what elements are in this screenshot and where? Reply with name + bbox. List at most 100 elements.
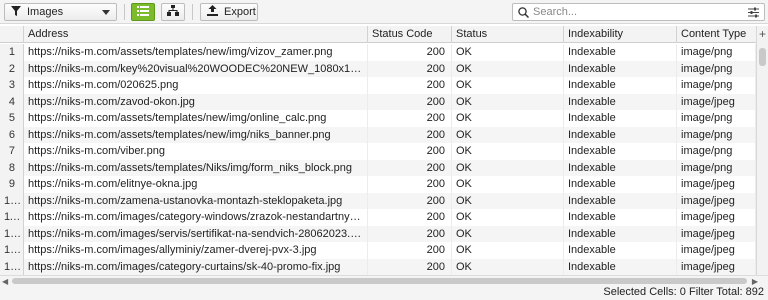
search-input[interactable] bbox=[533, 5, 733, 19]
cell-indexability[interactable]: Indexable bbox=[564, 242, 677, 259]
table-row[interactable]: 9 https://niks-m.com/elitnye-okna.jpg 200 O… bbox=[0, 176, 756, 193]
cell-address[interactable]: https://niks-m.com/assets/templates/new/… bbox=[24, 126, 368, 143]
cell-address[interactable]: https://niks-m.com/images/allyminiy/zame… bbox=[24, 242, 368, 259]
row-number[interactable]: 10 bbox=[0, 192, 24, 209]
cell-status[interactable]: OK bbox=[452, 60, 564, 77]
cell-content-type[interactable]: image/jpeg bbox=[677, 242, 756, 259]
horizontal-scrollbar[interactable]: ◀ ▶ bbox=[0, 275, 768, 286]
cell-indexability[interactable]: Indexable bbox=[564, 126, 677, 143]
cell-status-code[interactable]: 200 bbox=[368, 44, 452, 61]
list-view-button[interactable] bbox=[131, 3, 155, 21]
table-row[interactable]: 11 https://niks-m.com/images/category-win… bbox=[0, 209, 756, 226]
tree-view-button[interactable] bbox=[161, 3, 185, 21]
cell-status-code[interactable]: 200 bbox=[368, 93, 452, 110]
row-number[interactable]: 4 bbox=[0, 93, 24, 110]
cell-status[interactable]: OK bbox=[452, 225, 564, 242]
table-row[interactable]: 5 https://niks-m.com/assets/templates/new… bbox=[0, 110, 756, 127]
cell-content-type[interactable]: image/png bbox=[677, 77, 756, 94]
cell-status[interactable]: OK bbox=[452, 93, 564, 110]
cell-status[interactable]: OK bbox=[452, 126, 564, 143]
column-header-indexability[interactable]: Indexability bbox=[564, 26, 677, 43]
cell-content-type[interactable]: image/jpeg bbox=[677, 93, 756, 110]
cell-status-code[interactable]: 200 bbox=[368, 225, 452, 242]
cell-address[interactable]: https://niks-m.com/020625.png bbox=[24, 77, 368, 94]
row-number[interactable]: 5 bbox=[0, 110, 24, 127]
table-row[interactable]: 1 https://niks-m.com/assets/templates/new… bbox=[0, 44, 756, 61]
cell-status[interactable]: OK bbox=[452, 143, 564, 160]
cell-content-type[interactable]: image/jpeg bbox=[677, 192, 756, 209]
plus-icon[interactable]: + bbox=[757, 26, 768, 43]
table-row[interactable]: 7 https://niks-m.com/viber.png 200 OK Indexa… bbox=[0, 143, 756, 160]
cell-address[interactable]: https://niks-m.com/assets/templates/new/… bbox=[24, 44, 368, 61]
cell-indexability[interactable]: Indexable bbox=[564, 225, 677, 242]
cell-address[interactable]: https://niks-m.com/viber.png bbox=[24, 143, 368, 160]
cell-status[interactable]: OK bbox=[452, 44, 564, 61]
column-header-address[interactable]: Address bbox=[24, 26, 368, 43]
row-number[interactable]: 9 bbox=[0, 176, 24, 193]
cell-status[interactable]: OK bbox=[452, 159, 564, 176]
cell-status-code[interactable]: 200 bbox=[368, 60, 452, 77]
cell-status-code[interactable]: 200 bbox=[368, 110, 452, 127]
row-number[interactable]: 11 bbox=[0, 209, 24, 226]
cell-status-code[interactable]: 200 bbox=[368, 242, 452, 259]
cell-address[interactable]: https://niks-m.com/images/category-windo… bbox=[24, 209, 368, 226]
cell-status[interactable]: OK bbox=[452, 176, 564, 193]
column-header-status[interactable]: Status bbox=[452, 26, 564, 43]
cell-address[interactable]: https://niks-m.com/elitnye-okna.jpg bbox=[24, 176, 368, 193]
table-row[interactable]: 10 https://niks-m.com/zamena-ustanovka-mo… bbox=[0, 192, 756, 209]
cell-status-code[interactable]: 200 bbox=[368, 258, 452, 275]
cell-indexability[interactable]: Indexable bbox=[564, 44, 677, 61]
cell-content-type[interactable]: image/png bbox=[677, 60, 756, 77]
cell-indexability[interactable]: Indexable bbox=[564, 93, 677, 110]
filter-dropdown[interactable]: Images bbox=[4, 3, 117, 21]
sliders-icon[interactable] bbox=[748, 7, 759, 21]
table-row[interactable]: 2 https://niks-m.com/key%20visual%20WOODE… bbox=[0, 60, 756, 77]
table-row[interactable]: 4 https://niks-m.com/zavod-okon.jpg 200 OK I… bbox=[0, 93, 756, 110]
row-number[interactable]: 6 bbox=[0, 126, 24, 143]
cell-address[interactable]: https://niks-m.com/assets/templates/new/… bbox=[24, 110, 368, 127]
table-row[interactable]: 3 https://niks-m.com/020625.png 200 OK Index… bbox=[0, 77, 756, 94]
cell-indexability[interactable]: Indexable bbox=[564, 60, 677, 77]
cell-address[interactable]: https://niks-m.com/images/category-curta… bbox=[24, 258, 368, 275]
cell-indexability[interactable]: Indexable bbox=[564, 209, 677, 226]
cell-address[interactable]: https://niks-m.com/zavod-okon.jpg bbox=[24, 93, 368, 110]
cell-status-code[interactable]: 200 bbox=[368, 209, 452, 226]
column-header-status-code[interactable]: Status Code bbox=[368, 26, 452, 43]
table-row[interactable]: 8 https://niks-m.com/assets/templates/Nik… bbox=[0, 159, 756, 176]
row-number[interactable]: 8 bbox=[0, 159, 24, 176]
vertical-scroll-thumb[interactable] bbox=[759, 48, 766, 66]
cell-content-type[interactable]: image/png bbox=[677, 143, 756, 160]
cell-content-type[interactable]: image/jpeg bbox=[677, 209, 756, 226]
cell-status-code[interactable]: 200 bbox=[368, 192, 452, 209]
row-number[interactable]: 1 bbox=[0, 44, 24, 61]
cell-content-type[interactable]: image/png bbox=[677, 159, 756, 176]
cell-address[interactable]: https://niks-m.com/zamena-ustanovka-mont… bbox=[24, 192, 368, 209]
column-header-content-type[interactable]: Content Type bbox=[677, 26, 756, 43]
cell-address[interactable]: https://niks-m.com/assets/templates/Niks… bbox=[24, 159, 368, 176]
cell-status-code[interactable]: 200 bbox=[368, 77, 452, 94]
cell-content-type[interactable]: image/png bbox=[677, 126, 756, 143]
cell-status[interactable]: OK bbox=[452, 242, 564, 259]
horizontal-scroll-thumb[interactable] bbox=[12, 278, 747, 284]
cell-indexability[interactable]: Indexable bbox=[564, 192, 677, 209]
table-row[interactable]: 12 https://niks-m.com/images/servis/serti… bbox=[0, 225, 756, 242]
table-row[interactable]: 13 https://niks-m.com/images/allyminiy/za… bbox=[0, 242, 756, 259]
cell-indexability[interactable]: Indexable bbox=[564, 159, 677, 176]
cell-content-type[interactable]: image/jpeg bbox=[677, 258, 756, 275]
table-row[interactable]: 14 https://niks-m.com/images/category-cur… bbox=[0, 258, 756, 275]
cell-status[interactable]: OK bbox=[452, 77, 564, 94]
cell-indexability[interactable]: Indexable bbox=[564, 143, 677, 160]
row-number[interactable]: 3 bbox=[0, 77, 24, 94]
cell-status-code[interactable]: 200 bbox=[368, 143, 452, 160]
row-number[interactable]: 14 bbox=[0, 258, 24, 275]
cell-indexability[interactable]: Indexable bbox=[564, 258, 677, 275]
row-number[interactable]: 7 bbox=[0, 143, 24, 160]
cell-content-type[interactable]: image/jpeg bbox=[677, 176, 756, 193]
cell-status-code[interactable]: 200 bbox=[368, 176, 452, 193]
cell-address[interactable]: https://niks-m.com/images/servis/sertifi… bbox=[24, 225, 368, 242]
cell-status[interactable]: OK bbox=[452, 209, 564, 226]
cell-indexability[interactable]: Indexable bbox=[564, 110, 677, 127]
cell-content-type[interactable]: image/jpeg bbox=[677, 225, 756, 242]
cell-status[interactable]: OK bbox=[452, 110, 564, 127]
cell-address[interactable]: https://niks-m.com/key%20visual%20WOODEC… bbox=[24, 60, 368, 77]
